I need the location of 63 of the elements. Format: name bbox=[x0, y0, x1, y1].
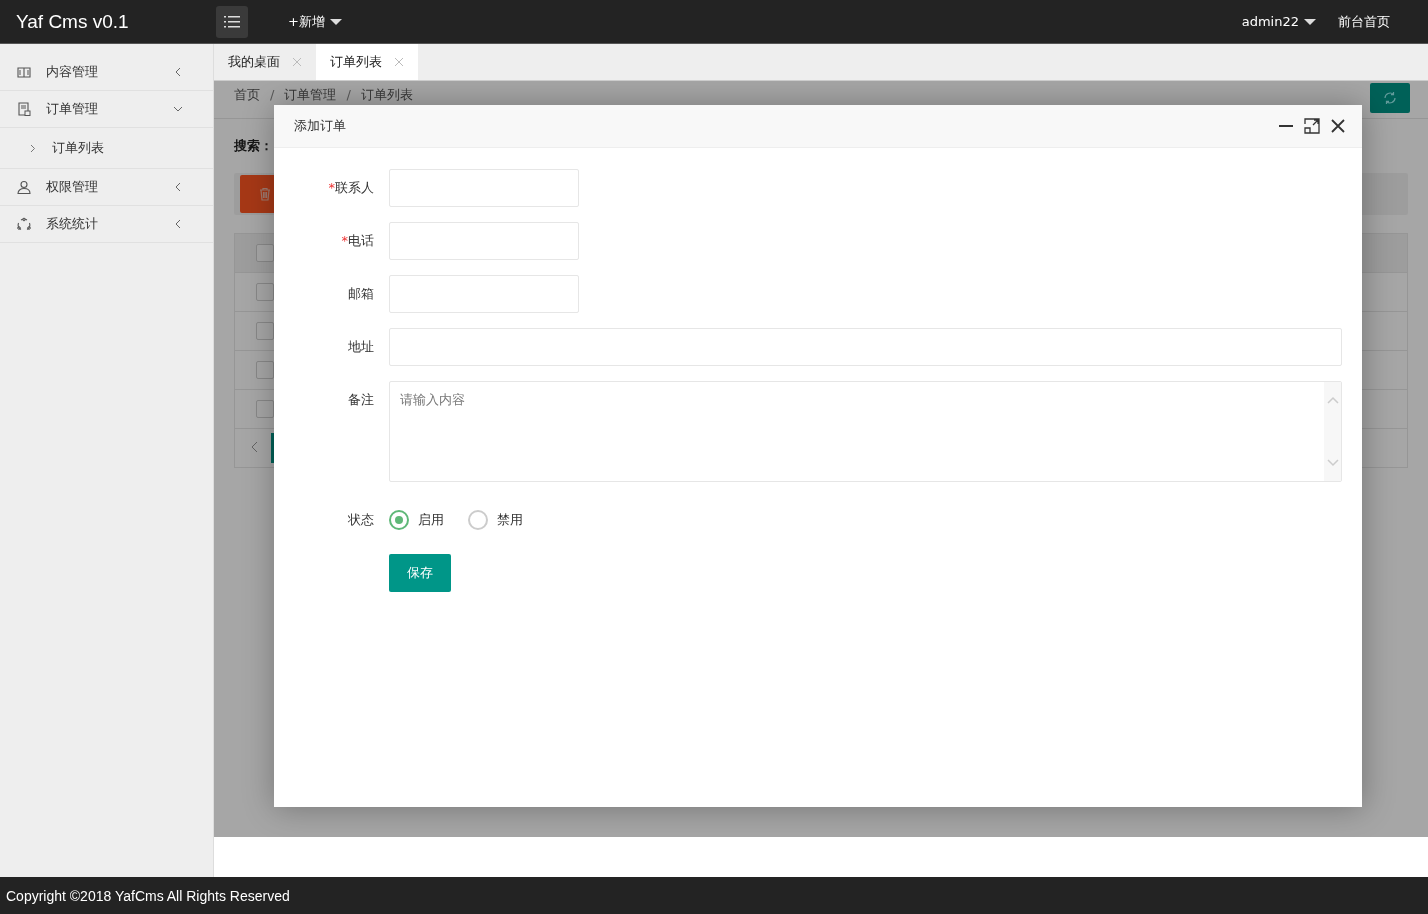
maximize-icon[interactable] bbox=[1304, 118, 1320, 134]
radio-option[interactable]: 启用 bbox=[389, 510, 444, 530]
dialog-title: 添加订单 bbox=[294, 117, 346, 135]
checkbox[interactable] bbox=[256, 400, 274, 418]
sidebar-item[interactable]: 系统统计 bbox=[0, 206, 213, 243]
required-mark: * bbox=[341, 233, 348, 248]
breadcrumb-link[interactable]: 订单管理 bbox=[284, 87, 337, 102]
field-label: 状态 bbox=[348, 512, 374, 527]
caret-icon bbox=[329, 18, 342, 25]
sidebar-subitem[interactable]: 订单列表 bbox=[0, 128, 213, 169]
refresh-button[interactable] bbox=[1370, 83, 1410, 113]
caret-icon bbox=[1304, 18, 1316, 25]
breadcrumb-separator: / bbox=[270, 87, 275, 102]
chevron-right-icon bbox=[30, 143, 36, 153]
text-area[interactable]: 请输入内容 bbox=[389, 381, 1342, 482]
tab[interactable]: 我的桌面 bbox=[214, 44, 316, 80]
sidebar-item[interactable]: 内容管理 bbox=[0, 54, 213, 91]
radio-button[interactable] bbox=[468, 510, 488, 530]
chevron-left-icon bbox=[173, 219, 183, 229]
close-icon[interactable] bbox=[1330, 118, 1346, 134]
field-label: 邮箱 bbox=[348, 286, 374, 301]
trash-icon bbox=[258, 187, 272, 201]
save-button[interactable]: 保存 bbox=[389, 554, 451, 592]
scroll-up-icon[interactable] bbox=[1326, 396, 1339, 404]
copyright-text: Copyright ©2018 YafCms All Rights Reserved bbox=[6, 887, 290, 904]
refresh-icon bbox=[1382, 90, 1398, 106]
radio-option[interactable]: 禁用 bbox=[468, 510, 523, 530]
user-menu[interactable]: admin22 bbox=[1241, 14, 1316, 29]
search-label: 搜索： bbox=[234, 137, 274, 155]
new-menu[interactable]: +新增 bbox=[288, 12, 342, 31]
scrollbar[interactable] bbox=[1324, 382, 1341, 481]
radio-button[interactable] bbox=[389, 510, 409, 530]
required-mark: * bbox=[328, 180, 335, 195]
chevron-left-icon bbox=[173, 182, 183, 192]
input-field[interactable] bbox=[389, 222, 579, 260]
app-logo: Yaf Cms v0.1 bbox=[16, 10, 130, 33]
checkbox[interactable] bbox=[256, 322, 274, 340]
breadcrumb-link[interactable]: 订单列表 bbox=[360, 87, 413, 102]
cycle-icon bbox=[16, 216, 32, 232]
input-field[interactable] bbox=[389, 328, 1342, 366]
breadcrumb-separator: / bbox=[346, 87, 351, 102]
scroll-down-icon[interactable] bbox=[1326, 459, 1339, 467]
sidebar-item[interactable]: 权限管理 bbox=[0, 169, 213, 206]
sidebar-item[interactable]: 订单管理 bbox=[0, 91, 213, 128]
checkbox[interactable] bbox=[256, 361, 274, 379]
checkbox[interactable] bbox=[256, 244, 274, 262]
chevron-left-icon bbox=[173, 67, 183, 77]
menu-icon bbox=[224, 15, 240, 28]
input-field[interactable] bbox=[389, 169, 579, 207]
front-page-link[interactable]: 前台首页 bbox=[1338, 12, 1390, 31]
document-icon bbox=[16, 101, 32, 117]
menu-button[interactable] bbox=[216, 5, 248, 38]
user-icon bbox=[16, 179, 32, 195]
checkbox[interactable] bbox=[256, 283, 274, 301]
field-label: 电话 bbox=[348, 233, 374, 248]
field-label: 地址 bbox=[348, 339, 374, 354]
tab[interactable]: 订单列表 bbox=[316, 44, 418, 80]
book-icon bbox=[16, 64, 32, 80]
breadcrumb-link[interactable]: 首页 bbox=[234, 87, 260, 102]
input-field[interactable] bbox=[389, 275, 579, 313]
chevron-down-icon bbox=[173, 104, 183, 114]
field-label: 备注 bbox=[348, 392, 374, 407]
field-label: 联系人 bbox=[335, 180, 374, 195]
